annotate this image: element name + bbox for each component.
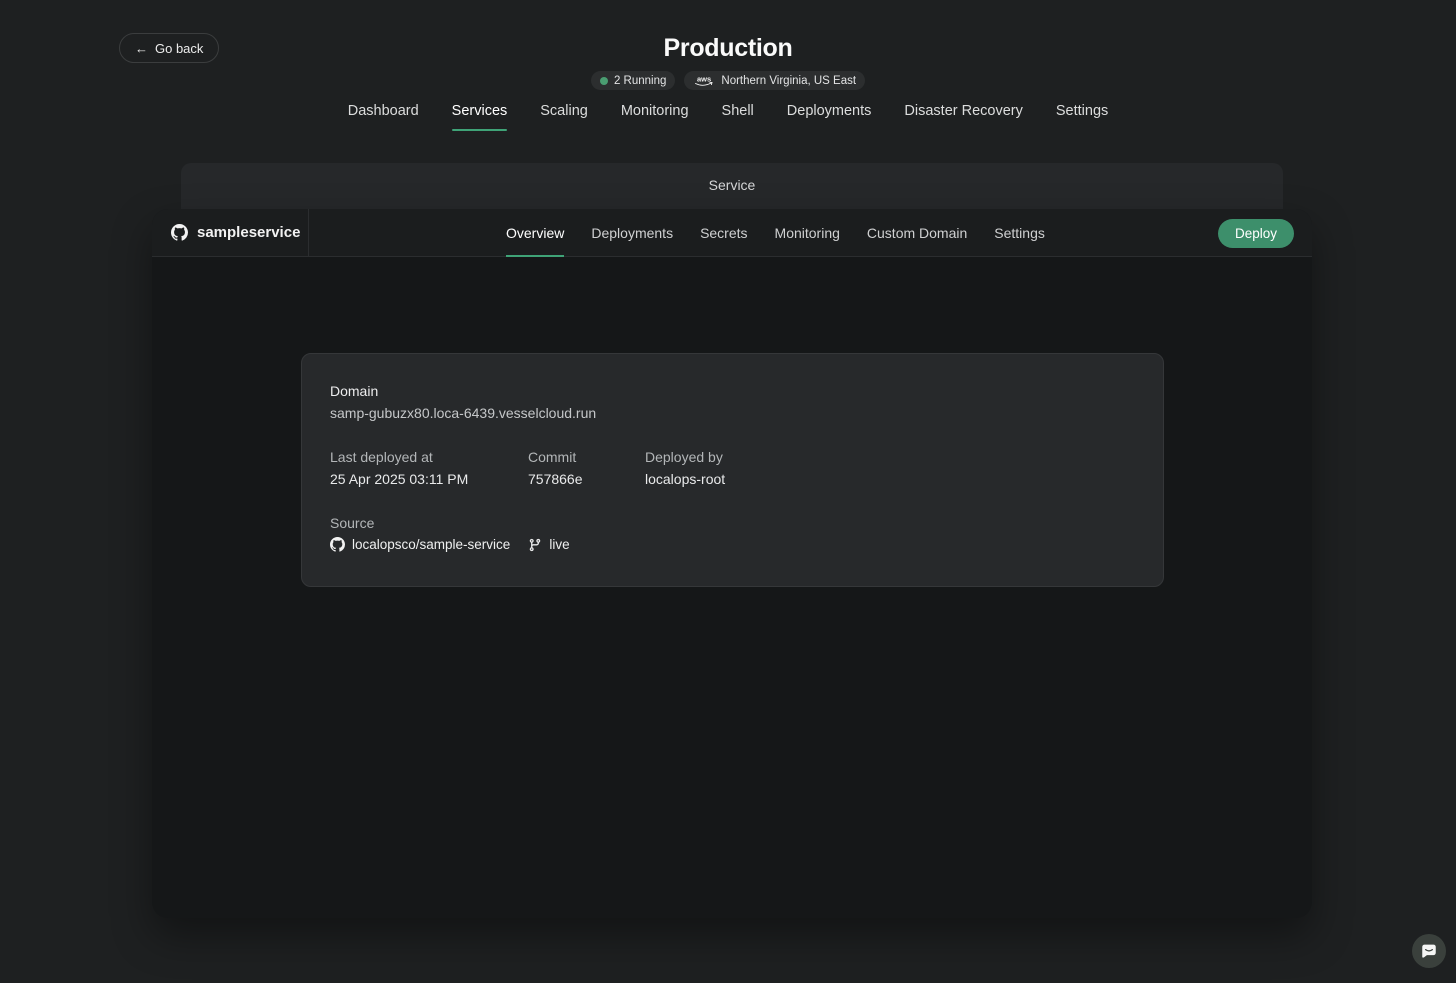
deployed-by-value: localops-root bbox=[645, 471, 726, 487]
service-tab-overview[interactable]: Overview bbox=[506, 209, 565, 257]
last-deployed-label: Last deployed at bbox=[330, 449, 433, 465]
nav-tab-scaling[interactable]: Scaling bbox=[540, 103, 588, 131]
github-icon bbox=[171, 224, 188, 241]
status-dot-icon bbox=[599, 76, 608, 85]
source-branch-label: live bbox=[549, 537, 570, 552]
domain-label: Domain bbox=[330, 383, 379, 399]
github-icon bbox=[330, 537, 345, 552]
nav-tab-shell[interactable]: Shell bbox=[722, 103, 754, 131]
commit-value: 757866e bbox=[528, 471, 583, 487]
source-branch-link[interactable]: live bbox=[528, 537, 570, 552]
nav-tab-settings[interactable]: Settings bbox=[1056, 103, 1108, 131]
environment-nav: Dashboard Services Scaling Monitoring Sh… bbox=[0, 103, 1456, 131]
service-tab-deployments[interactable]: Deployments bbox=[591, 209, 673, 256]
source-row: localopsco/sample-service live bbox=[330, 537, 1135, 552]
source-repo-label: localopsco/sample-service bbox=[352, 537, 511, 552]
service-panel: sampleservice Overview Deployments Secre… bbox=[152, 209, 1312, 918]
deployed-by-column: Deployed by localops-root bbox=[645, 447, 725, 489]
source-section: Source localopsco/sample-service live bbox=[330, 513, 1135, 552]
deploy-info-section: Last deployed at 25 Apr 2025 03:11 PM Co… bbox=[330, 447, 1135, 489]
svg-text:aws: aws bbox=[697, 74, 711, 83]
service-section-title: Service bbox=[708, 177, 756, 193]
environment-title: Production bbox=[663, 34, 793, 62]
domain-value: samp-gubuzx80.loca-6439.vesselcloud.run bbox=[330, 405, 597, 421]
environment-badges: 2 Running aws Northern Virginia, US East bbox=[0, 71, 1456, 90]
chat-bubble-icon bbox=[1422, 944, 1436, 958]
nav-tab-monitoring[interactable]: Monitoring bbox=[621, 103, 689, 131]
deploy-button[interactable]: Deploy bbox=[1217, 218, 1294, 248]
chat-launcher-button[interactable] bbox=[1412, 934, 1446, 968]
nav-tab-services[interactable]: Services bbox=[451, 103, 507, 131]
domain-section: Domain samp-gubuzx80.loca-6439.vesselclo… bbox=[330, 381, 1135, 423]
region-badge: aws Northern Virginia, US East bbox=[684, 71, 866, 90]
commit-label: Commit bbox=[528, 449, 577, 465]
service-tabs: Overview Deployments Secrets Monitoring … bbox=[506, 209, 1045, 257]
service-name-label: sampleservice bbox=[197, 224, 301, 241]
nav-tab-deployments[interactable]: Deployments bbox=[787, 103, 872, 131]
running-status-label: 2 Running bbox=[613, 74, 667, 87]
deployed-by-label: Deployed by bbox=[645, 449, 723, 465]
aws-logo-icon: aws bbox=[695, 74, 713, 86]
commit-column: Commit 757866e bbox=[528, 447, 645, 489]
service-name: sampleservice bbox=[152, 209, 309, 256]
service-overview-card: Domain samp-gubuzx80.loca-6439.vesselclo… bbox=[301, 353, 1164, 587]
nav-tab-disaster-recovery[interactable]: Disaster Recovery bbox=[904, 103, 1022, 131]
source-repo-link[interactable]: localopsco/sample-service bbox=[330, 537, 510, 552]
git-branch-icon bbox=[530, 538, 541, 551]
running-status-badge: 2 Running bbox=[590, 71, 676, 90]
last-deployed-value: 25 Apr 2025 03:11 PM bbox=[330, 471, 469, 487]
nav-tab-dashboard[interactable]: Dashboard bbox=[348, 103, 419, 131]
service-tab-custom-domain[interactable]: Custom Domain bbox=[867, 209, 967, 256]
region-label: Northern Virginia, US East bbox=[721, 74, 857, 87]
source-label: Source bbox=[330, 515, 375, 531]
app-root: ← Go back Production 2 Running aws North… bbox=[0, 0, 1456, 983]
service-tab-settings[interactable]: Settings bbox=[994, 209, 1045, 256]
service-panel-body: Domain samp-gubuzx80.loca-6439.vesselclo… bbox=[152, 257, 1312, 917]
service-panel-header: sampleservice Overview Deployments Secre… bbox=[152, 209, 1312, 257]
service-tab-secrets[interactable]: Secrets bbox=[700, 209, 747, 256]
service-tab-monitoring[interactable]: Monitoring bbox=[775, 209, 840, 256]
last-deployed-column: Last deployed at 25 Apr 2025 03:11 PM bbox=[330, 447, 528, 489]
